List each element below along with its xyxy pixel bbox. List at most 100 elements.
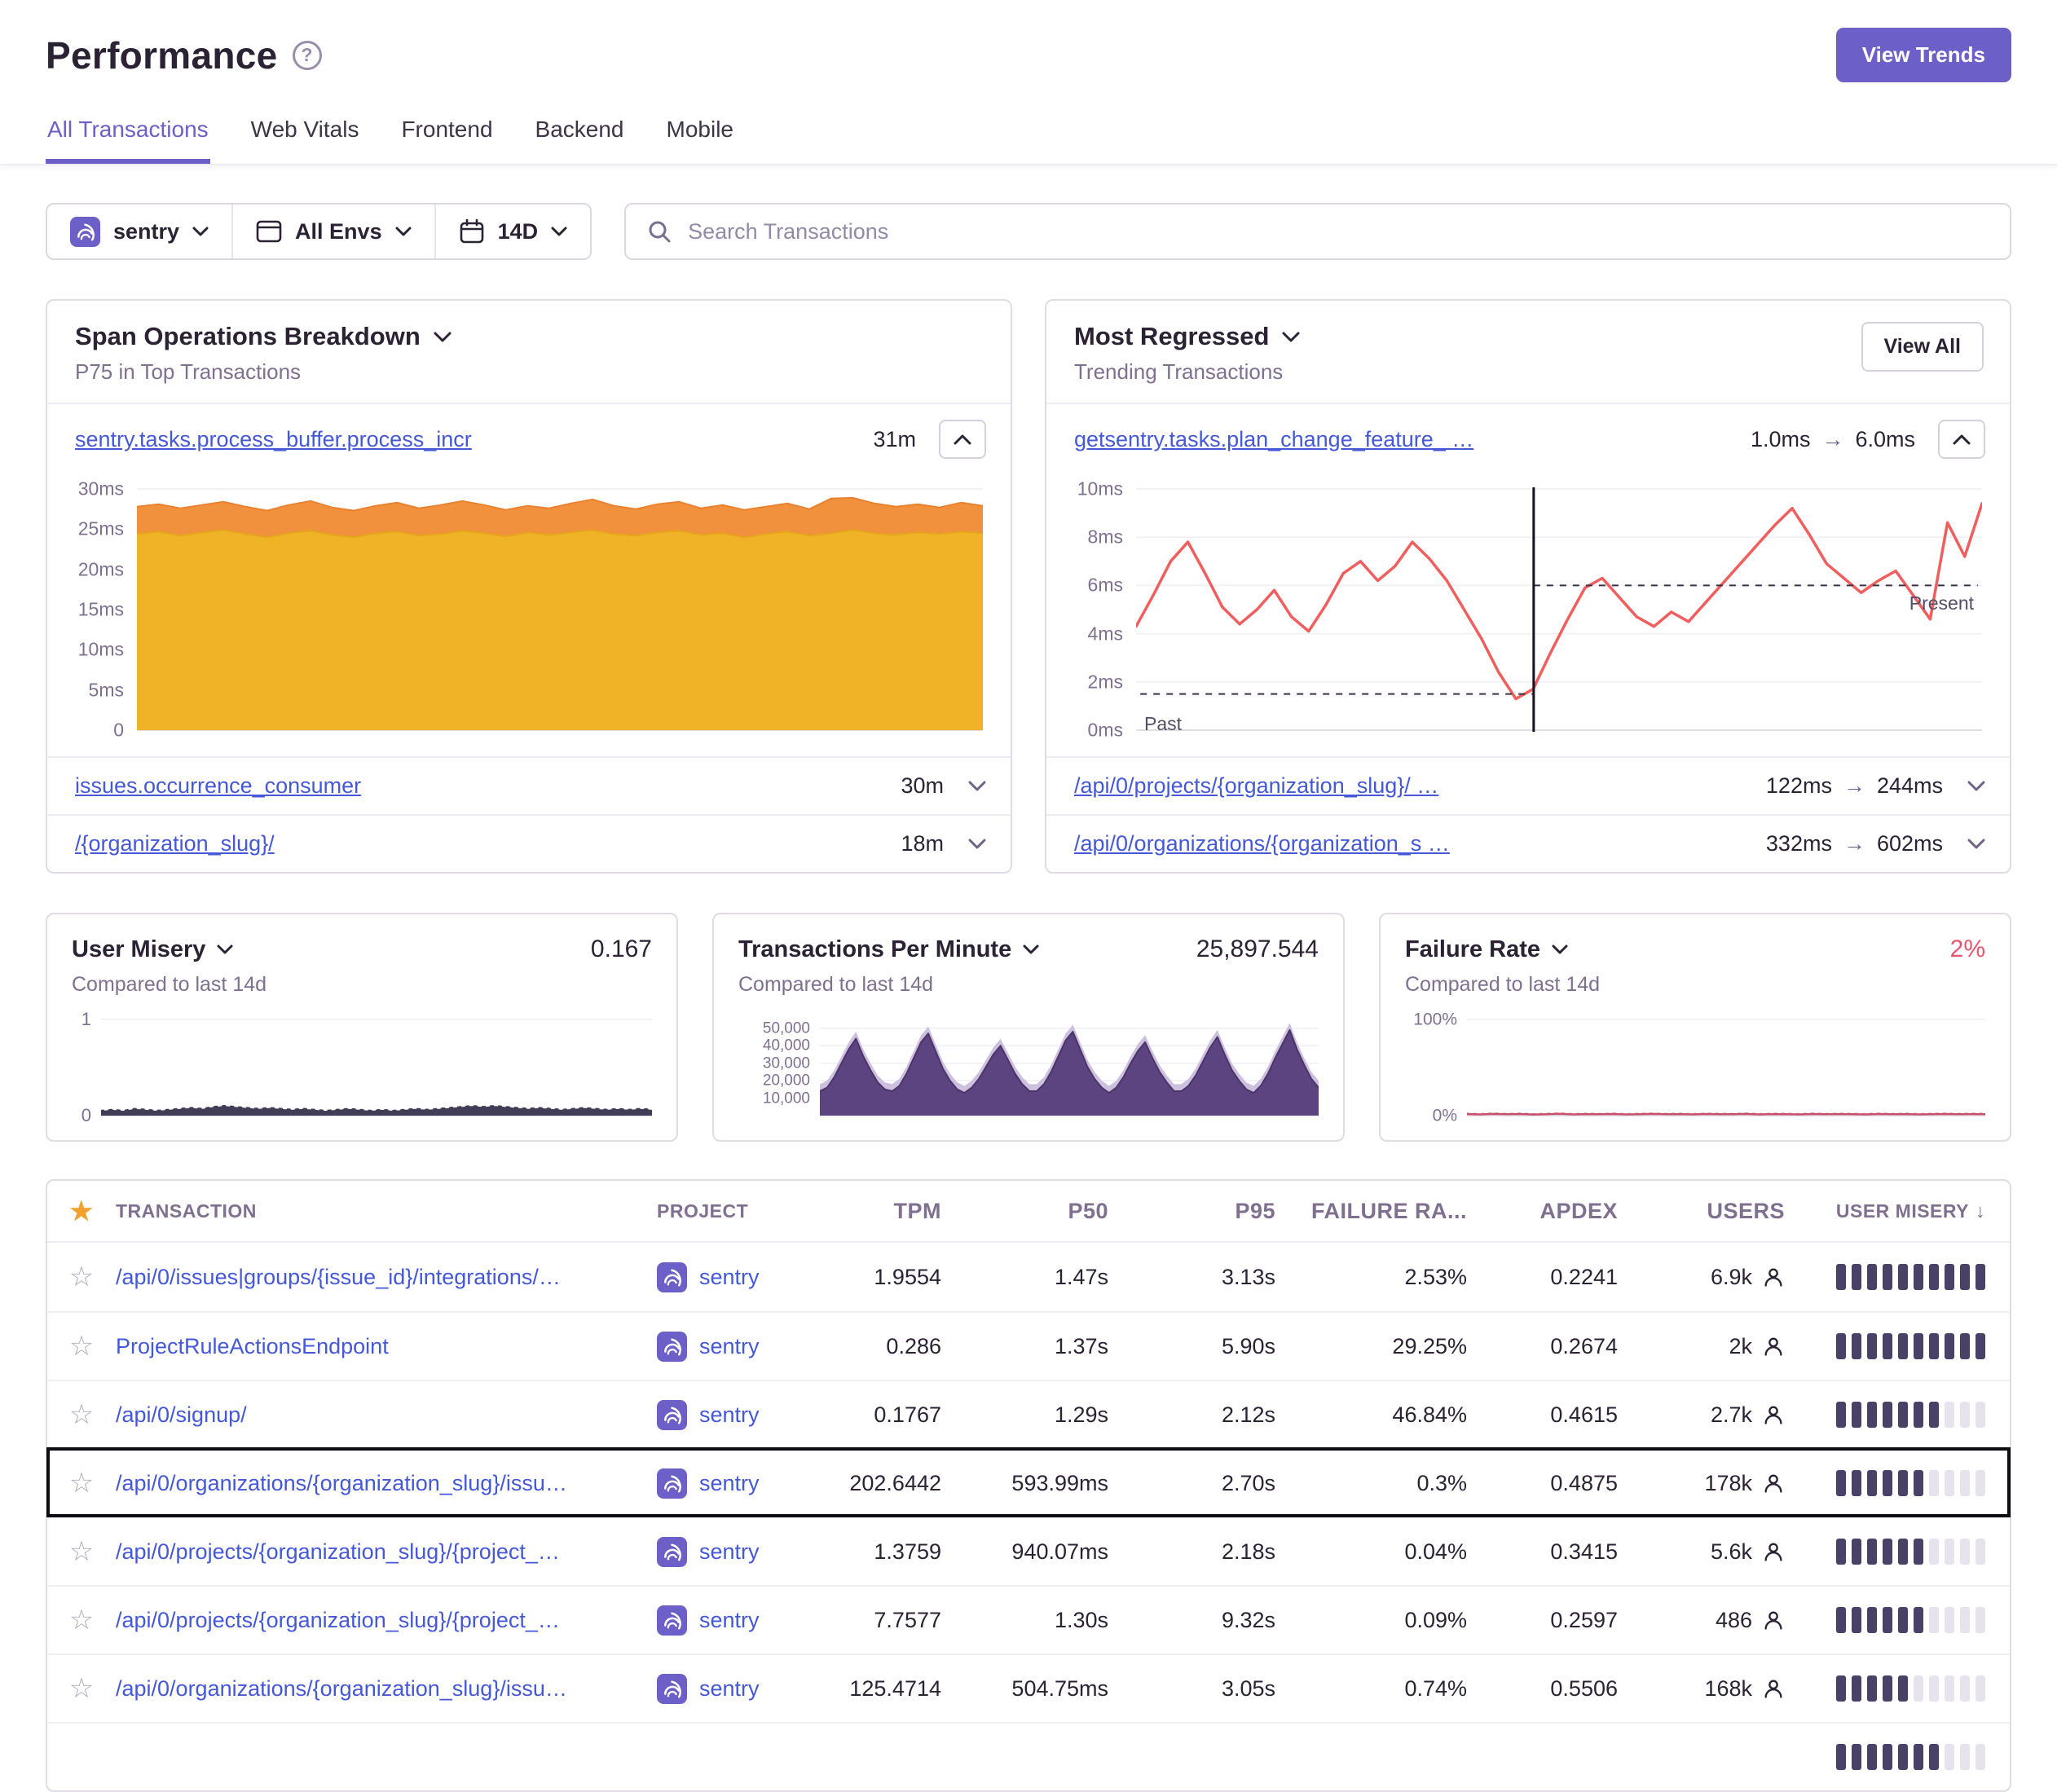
p50-cell: 593.99ms <box>971 1471 1138 1496</box>
to-value: 244ms <box>1877 773 1943 799</box>
user-misery-cell <box>1814 1744 2010 1770</box>
star-icon[interactable]: ☆ <box>69 1606 94 1634</box>
tab-web-vitals[interactable]: Web Vitals <box>249 110 361 164</box>
date-range-selector[interactable]: 14D <box>434 205 591 258</box>
expand-button[interactable] <box>1967 839 1985 849</box>
column-header-p50[interactable]: P50 <box>971 1199 1138 1224</box>
user-misery-bars <box>1836 1675 1985 1702</box>
most-regressed-title-dropdown[interactable]: Most Regressed <box>1074 322 1861 351</box>
chart-plot <box>137 487 983 732</box>
column-header-apdex[interactable]: APDEX <box>1496 1199 1647 1224</box>
arrow-right-icon: → <box>1843 831 1865 856</box>
table-header-row: ★ TRANSACTION PROJECT TPM P50 P95 FAILUR… <box>47 1181 2010 1243</box>
tab-frontend[interactable]: Frontend <box>399 110 494 164</box>
transaction-link[interactable]: ProjectRuleActionsEndpoint <box>116 1334 657 1359</box>
transaction-link[interactable]: /api/0/projects/{organization_slug}/{pro… <box>116 1608 657 1633</box>
failure-rate-value: 2% <box>1950 936 1985 963</box>
transaction-link[interactable]: /api/0/projects/{organization_slug}/ … <box>1074 773 1766 799</box>
help-icon[interactable]: ? <box>293 41 322 70</box>
project-link[interactable]: sentry <box>699 1334 760 1359</box>
project-link[interactable]: sentry <box>699 1539 760 1565</box>
span-op-link[interactable]: sentry.tasks.process_buffer.process_incr <box>75 427 873 452</box>
user-misery-title-dropdown[interactable]: User Misery <box>72 936 233 963</box>
user-misery-bars <box>1836 1264 1985 1290</box>
star-icon[interactable]: ☆ <box>69 1263 94 1291</box>
chevron-down-icon <box>1282 332 1300 342</box>
users-cell: 2k <box>1647 1334 1814 1359</box>
star-icon[interactable]: ☆ <box>69 1469 94 1497</box>
user-icon <box>1762 1540 1785 1563</box>
table-row: ☆ /api/0/organizations/{organization_slu… <box>47 1653 2010 1722</box>
y-axis: 100%0% <box>1405 1018 1467 1117</box>
environments-icon <box>256 219 282 244</box>
apdex-cell: 0.3415 <box>1496 1539 1647 1565</box>
starred-filter-icon[interactable]: ★ <box>69 1198 93 1224</box>
view-trends-button[interactable]: View Trends <box>1836 28 2011 82</box>
project-link[interactable]: sentry <box>699 1265 760 1290</box>
column-header-transaction[interactable]: TRANSACTION <box>116 1200 657 1222</box>
column-header-failure-rate[interactable]: FAILURE RA... <box>1305 1199 1496 1224</box>
expand-button[interactable] <box>1967 781 1985 791</box>
span-op-value: 30m <box>901 773 944 799</box>
chevron-down-icon <box>1967 781 1985 791</box>
failure-rate-title-dropdown[interactable]: Failure Rate <box>1405 936 1568 963</box>
p95-cell: 3.05s <box>1138 1676 1305 1702</box>
table-row: ☆ /api/0/issues|groups/{issue_id}/integr… <box>47 1243 2010 1311</box>
project-link[interactable]: sentry <box>699 1676 760 1702</box>
span-operations-title-dropdown[interactable]: Span Operations Breakdown <box>75 322 984 351</box>
tpm-title-dropdown[interactable]: Transactions Per Minute <box>738 936 1039 963</box>
user-misery-bars <box>1836 1470 1985 1496</box>
performance-page: Performance ? View Trends All Transactio… <box>0 0 2057 1792</box>
span-op-link[interactable]: issues.occurrence_consumer <box>75 773 901 799</box>
project-link[interactable]: sentry <box>699 1402 760 1428</box>
tpm-cell: 202.6442 <box>832 1471 971 1496</box>
project-link[interactable]: sentry <box>699 1471 760 1496</box>
column-header-user-misery[interactable]: USER MISERY ↓ <box>1814 1200 2010 1222</box>
p50-cell: 1.29s <box>971 1402 1138 1428</box>
y-axis: 30ms25ms20ms15ms10ms5ms0 <box>59 487 137 732</box>
tab-mobile[interactable]: Mobile <box>665 110 735 164</box>
project-link[interactable]: sentry <box>699 1608 760 1633</box>
view-all-button[interactable]: View All <box>1861 322 1984 372</box>
users-cell: 168k <box>1647 1676 1814 1702</box>
arrow-right-icon: → <box>1843 773 1865 799</box>
y-axis: 50,00040,00030,00020,00010,000 <box>738 1018 820 1117</box>
transaction-link[interactable]: /api/0/issues|groups/{issue_id}/integrat… <box>116 1265 657 1290</box>
arrow-right-icon: → <box>1821 427 1843 452</box>
column-header-p95[interactable]: P95 <box>1138 1199 1305 1224</box>
environment-selector[interactable]: All Envs <box>231 205 434 258</box>
collapse-button[interactable] <box>1938 420 1985 459</box>
span-op-link[interactable]: /{organization_slug}/ <box>75 831 901 856</box>
transaction-link[interactable]: getsentry.tasks.plan_change_feature_ … <box>1074 427 1751 452</box>
transaction-link[interactable]: /api/0/projects/{organization_slug}/{pro… <box>116 1539 657 1565</box>
column-header-project[interactable]: PROJECT <box>657 1200 832 1222</box>
expand-button[interactable] <box>968 781 986 791</box>
project-selector[interactable]: sentry <box>47 205 231 258</box>
tab-backend[interactable]: Backend <box>534 110 626 164</box>
transaction-link[interactable]: /api/0/organizations/{organization_slug}… <box>116 1471 657 1496</box>
users-cell: 178k <box>1647 1471 1814 1496</box>
project-icon <box>657 1674 687 1704</box>
table-body: ☆ /api/0/issues|groups/{issue_id}/integr… <box>47 1243 2010 1790</box>
collapse-button[interactable] <box>939 420 986 459</box>
column-header-tpm[interactable]: TPM <box>832 1199 971 1224</box>
chevron-down-icon <box>551 227 567 236</box>
span-operations-header: Span Operations Breakdown P75 in Top Tra… <box>47 301 1011 404</box>
search-input[interactable] <box>688 219 1989 244</box>
user-misery-bars <box>1836 1607 1985 1633</box>
expand-button[interactable] <box>968 839 986 849</box>
user-misery-value: 0.167 <box>591 936 652 963</box>
transaction-link[interactable]: /api/0/organizations/{organization_slug}… <box>116 1676 657 1702</box>
column-header-users[interactable]: USERS <box>1647 1199 1814 1224</box>
star-icon[interactable]: ☆ <box>69 1401 94 1429</box>
star-icon[interactable]: ☆ <box>69 1332 94 1360</box>
star-icon[interactable]: ☆ <box>69 1675 94 1702</box>
star-icon[interactable]: ☆ <box>69 1538 94 1565</box>
table-row: ☆ <box>47 1722 2010 1790</box>
tab-all-transactions[interactable]: All Transactions <box>46 110 210 164</box>
transaction-link[interactable]: /api/0/signup/ <box>116 1402 657 1428</box>
page-header: Performance ? View Trends <box>46 0 2011 82</box>
transaction-link[interactable]: /api/0/organizations/{organization_s … <box>1074 831 1766 856</box>
most-regressed-chart: 10ms8ms6ms4ms2ms0ms Past Present <box>1046 474 2010 756</box>
tpm-panel: Transactions Per Minute 25,897.544 Compa… <box>712 913 1345 1142</box>
